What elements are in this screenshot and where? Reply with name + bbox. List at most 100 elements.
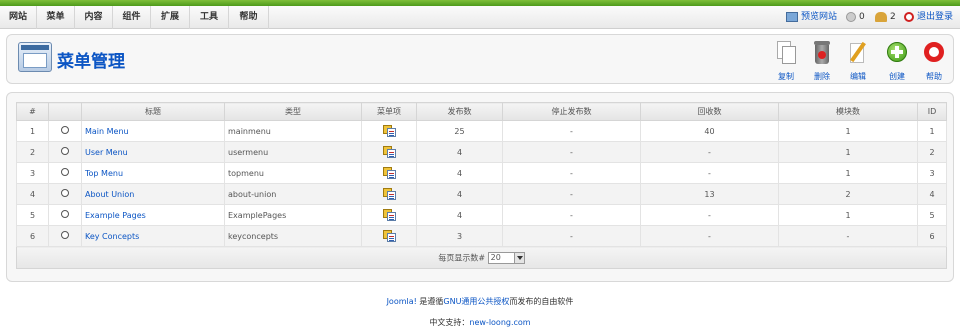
table-row: 6 Key Concepts keyconcepts 3 - - - 6 <box>16 225 947 247</box>
menu-list-panel: # 标题 类型 菜单项 发布数 停止发布数 回收数 模块数 ID 1 Main … <box>6 92 954 282</box>
row-title-link[interactable]: Main Menu <box>85 127 129 136</box>
row-num: 5 <box>16 204 49 226</box>
row-modules: 1 <box>778 204 918 226</box>
gpl-link[interactable]: GNU通用公共授权 <box>443 297 509 306</box>
menu-items-icon[interactable] <box>361 141 417 163</box>
row-modules: 1 <box>778 141 918 163</box>
support-link[interactable]: new-loong.com <box>469 318 530 327</box>
row-trashed: - <box>640 162 779 184</box>
menu-tools[interactable]: 工具 <box>190 6 229 29</box>
row-radio[interactable] <box>48 162 82 184</box>
row-id: 2 <box>917 141 947 163</box>
row-radio[interactable] <box>48 183 82 205</box>
new-button[interactable]: 创建 <box>880 41 914 81</box>
admin-menubar: 网站 菜单 内容 组件 扩展 工具 帮助 预览网站 0 2 退出登录 <box>0 6 960 29</box>
row-trashed: 13 <box>640 183 779 205</box>
chevron-down-icon <box>513 252 524 263</box>
edit-button[interactable]: 编辑 <box>841 41 875 81</box>
help-button[interactable]: 帮助 <box>917 41 951 81</box>
menu-items-icon[interactable] <box>361 225 417 247</box>
row-radio[interactable] <box>48 204 82 226</box>
new-label: 创建 <box>889 72 905 81</box>
row-radio[interactable] <box>48 225 82 247</box>
page-title: 菜单管理 <box>57 52 125 72</box>
row-id: 5 <box>917 204 947 226</box>
row-id: 3 <box>917 162 947 184</box>
menu-items-icon[interactable] <box>361 120 417 142</box>
edit-label: 编辑 <box>850 72 866 81</box>
menu-items-icon[interactable] <box>361 204 417 226</box>
logout-link[interactable]: 退出登录 <box>904 6 953 29</box>
menu-extensions[interactable]: 扩展 <box>151 6 190 29</box>
display-num-select[interactable]: 20 <box>487 251 525 264</box>
row-num: 4 <box>16 183 49 205</box>
delete-button[interactable]: 删除 <box>805 41 839 81</box>
row-unpublished: - <box>502 162 641 184</box>
col-id[interactable]: ID <box>917 102 947 121</box>
col-select <box>48 102 82 121</box>
row-num: 1 <box>16 120 49 142</box>
add-icon <box>886 41 908 65</box>
joomla-link[interactable]: Joomla! <box>387 297 417 306</box>
row-unpublished: - <box>502 204 641 226</box>
row-trashed: - <box>640 141 779 163</box>
row-type: usermenu <box>224 141 362 163</box>
preview-label[interactable]: 预览网站 <box>801 12 837 22</box>
col-menu-items: 菜单项 <box>361 102 417 121</box>
row-id: 1 <box>917 120 947 142</box>
menu-items-icon[interactable] <box>361 162 417 184</box>
row-trashed: 40 <box>640 120 779 142</box>
messages-status[interactable]: 0 <box>846 6 865 29</box>
row-published: 3 <box>416 225 503 247</box>
menu-menus[interactable]: 菜单 <box>37 6 75 29</box>
row-title-link[interactable]: About Union <box>85 190 134 199</box>
logout-icon <box>904 11 914 22</box>
row-modules: 2 <box>778 183 918 205</box>
row-title-link[interactable]: User Menu <box>85 148 128 157</box>
row-unpublished: - <box>502 225 641 247</box>
row-published: 4 <box>416 204 503 226</box>
messages-icon <box>846 11 856 22</box>
col-num: # <box>16 102 49 121</box>
row-trashed: - <box>640 225 779 247</box>
col-published: 发布数 <box>416 102 503 121</box>
footer-text-2: 而发布的自由软件 <box>509 297 574 306</box>
row-num: 3 <box>16 162 49 184</box>
row-num: 6 <box>16 225 49 247</box>
logout-label[interactable]: 退出登录 <box>917 12 953 22</box>
row-modules: - <box>778 225 918 247</box>
col-modules: 模块数 <box>778 102 918 121</box>
row-title-link[interactable]: Top Menu <box>85 169 123 178</box>
menu-help[interactable]: 帮助 <box>229 6 269 29</box>
row-radio[interactable] <box>48 120 82 142</box>
menu-components[interactable]: 组件 <box>113 6 151 29</box>
preview-site-link[interactable]: 预览网站 <box>786 6 837 29</box>
pencil-icon <box>847 41 869 65</box>
table-row: 3 Top Menu topmenu 4 - - 1 3 <box>16 162 947 184</box>
row-type: keyconcepts <box>224 225 362 247</box>
row-title-link[interactable]: Key Concepts <box>85 232 139 241</box>
col-unpublished: 停止发布数 <box>502 102 641 121</box>
table-row: 2 User Menu usermenu 4 - - 1 2 <box>16 141 947 163</box>
table-row: 4 About Union about-union 4 - 13 2 4 <box>16 183 947 205</box>
menu-manager-icon <box>18 42 52 72</box>
menu-content[interactable]: 内容 <box>75 6 113 29</box>
col-type[interactable]: 类型 <box>224 102 362 121</box>
row-type: mainmenu <box>224 120 362 142</box>
row-type: about-union <box>224 183 362 205</box>
trash-icon <box>811 41 833 65</box>
row-radio[interactable] <box>48 141 82 163</box>
menu-items-icon[interactable] <box>361 183 417 205</box>
menu-site[interactable]: 网站 <box>0 6 37 29</box>
menu-table: # 标题 类型 菜单项 发布数 停止发布数 回收数 模块数 ID 1 Main … <box>16 102 947 269</box>
row-published: 25 <box>416 120 503 142</box>
col-title[interactable]: 标题 <box>81 102 225 121</box>
row-unpublished: - <box>502 141 641 163</box>
row-title-link[interactable]: Example Pages <box>85 211 146 220</box>
display-num-value: 20 <box>490 252 501 262</box>
row-id: 6 <box>917 225 947 247</box>
col-trashed: 回收数 <box>640 102 779 121</box>
users-status[interactable]: 2 <box>875 6 896 29</box>
copy-label: 复制 <box>778 72 794 81</box>
copy-button[interactable]: 复制 <box>769 41 803 81</box>
